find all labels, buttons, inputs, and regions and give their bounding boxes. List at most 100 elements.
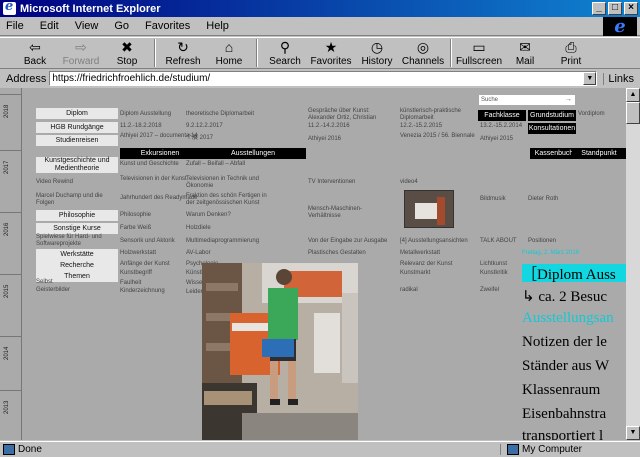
page-link[interactable]: Fraktion des schön Fertigen in der zeitg…	[186, 193, 268, 207]
stop-button[interactable]: ✖ Stop	[104, 38, 150, 67]
page-link[interactable]: 13.2.-15.2.2014	[480, 123, 562, 130]
page-link[interactable]: AV-Labor	[186, 250, 268, 257]
forward-button[interactable]: ⇨ Forward	[58, 38, 104, 67]
page-link[interactable]: Warum Denken?	[186, 212, 268, 219]
address-input[interactable]: https://friedrichfroehlich.de/studium/ ▼	[49, 71, 598, 86]
post-date: Freitag, 2. März 2018	[522, 250, 580, 256]
favorites-button[interactable]: ★ Favorites	[308, 38, 354, 67]
history-icon: ◷	[370, 39, 384, 55]
page-link[interactable]: Holzdiele	[186, 225, 268, 232]
toolbar-label: Refresh	[165, 56, 201, 67]
toolbar-label: History	[361, 56, 393, 67]
toolbar-label: Favorites	[310, 56, 352, 67]
year-divider	[0, 212, 22, 213]
page-link[interactable]: Venezia 2015 / 56. Biennale	[400, 133, 482, 140]
scroll-up-icon[interactable]: ▲	[626, 88, 640, 102]
nav-item[interactable]: Philosophie	[36, 210, 118, 221]
nav-black-item[interactable]: Standpunkt	[572, 148, 626, 159]
search-button[interactable]: ⚲ Search	[262, 38, 308, 67]
mail-icon: ✉	[519, 39, 531, 55]
page-link[interactable]: [4] Ausstellungsansichten	[400, 238, 482, 245]
fullscreen-button[interactable]: ▭ Fullscreen	[456, 38, 502, 67]
page-link[interactable]: Televisionen in Technik und Ökonomie	[186, 176, 268, 190]
back-button[interactable]: ⇦ Back	[12, 38, 58, 67]
channels-button[interactable]: ◎ Channels	[400, 38, 446, 67]
refresh-icon: ↻	[177, 39, 189, 55]
page-link[interactable]: Zufall – Beifall – Abfall	[186, 161, 268, 168]
year-label: 2013	[4, 400, 10, 414]
page-link[interactable]: Mensch-Maschinen-Verhältnisse	[308, 206, 390, 220]
page-link[interactable]: Video Rewind	[36, 179, 118, 186]
nav-item[interactable]: Werkstätte	[36, 249, 118, 260]
history-button[interactable]: ◷ History	[354, 38, 400, 67]
vertical-scrollbar[interactable]: ▲ ▼	[626, 88, 640, 440]
page-link[interactable]: theoretische Diplomarbeit	[186, 111, 268, 118]
nav-item[interactable]: HGB Rundgänge	[36, 122, 118, 133]
page-link[interactable]: künstlerisch-praktische Diplomarbeit	[400, 108, 482, 122]
page-link[interactable]: Gespräche über Kunst: Alexander Ortiz, C…	[308, 108, 390, 122]
menu-favorites[interactable]: Favorites	[145, 20, 190, 32]
page-link[interactable]: Spielwiese für Hard- und Softwareprojekt…	[36, 234, 118, 248]
page-link[interactable]: Marcel Duchamp und die Folgen	[36, 193, 118, 207]
page-link[interactable]: Vordiplom	[578, 111, 626, 118]
year-divider	[0, 336, 22, 337]
home-button[interactable]: ⌂ Home	[206, 38, 252, 67]
page-link[interactable]: Metallwerkstatt	[400, 250, 482, 257]
page-link[interactable]: 12.2.-15.2.2015	[400, 123, 482, 130]
page-link[interactable]: Plastisches Gestalten	[308, 250, 390, 257]
mail-button[interactable]: ✉ Mail	[502, 38, 548, 67]
search-submit-icon[interactable]: →	[565, 95, 572, 105]
toolbar-label: Forward	[62, 56, 100, 67]
page-link[interactable]: radikal	[400, 287, 482, 294]
page-link[interactable]: 个展 2017	[186, 135, 268, 142]
nav-item[interactable]: Diplom	[36, 108, 118, 119]
page-link[interactable]: TV Interventionen	[308, 179, 390, 186]
page-link[interactable]: Multimediaprogrammierung	[186, 238, 268, 245]
menu-go[interactable]: Go	[114, 20, 129, 32]
title-bar[interactable]: Microsoft Internet Explorer _ □ ×	[0, 0, 640, 17]
menu-view[interactable]: View	[75, 20, 99, 32]
address-dropdown-icon[interactable]: ▼	[583, 72, 597, 85]
page-link[interactable]: Geisterbilder	[36, 287, 118, 294]
page-link[interactable]: Athiyei 2016	[308, 136, 390, 143]
nav-black-item[interactable]: Ausstellungen	[200, 148, 306, 159]
menu-file[interactable]: File	[6, 20, 24, 32]
nav-item[interactable]: Kunstgeschichte und Medientheorie	[36, 157, 118, 173]
nav-item[interactable]: Sonstige Kurse	[36, 223, 118, 234]
page-link[interactable]: 11.2.-14.2.2016	[308, 123, 390, 130]
menu-help[interactable]: Help	[206, 20, 229, 32]
page-link[interactable]: Positionen	[528, 238, 610, 245]
security-zone: My Computer	[522, 444, 583, 455]
close-button[interactable]: ×	[624, 2, 638, 15]
status-text: Done	[18, 444, 42, 455]
page-link[interactable]: Kunstmarkt	[400, 270, 482, 277]
page-link[interactable]: Relevanz der Kunst	[400, 261, 482, 268]
maximize-button[interactable]: □	[608, 2, 622, 15]
page-link[interactable]: video4	[400, 179, 482, 186]
page-link[interactable]: Von der Eingabe zur Ausgabe	[308, 238, 390, 245]
scroll-thumb[interactable]	[626, 102, 640, 124]
nav-item[interactable]: Recherche	[36, 260, 118, 271]
refresh-button[interactable]: ↻ Refresh	[160, 38, 206, 67]
links-button[interactable]: Links	[603, 72, 634, 85]
nav-black-item[interactable]: Fachklasse	[478, 110, 526, 121]
toolbar-label: Stop	[116, 56, 138, 67]
print-button[interactable]: ⎙ Print	[548, 38, 594, 67]
exhibition-thumbnail[interactable]	[404, 190, 454, 228]
toolbar-separator	[256, 39, 258, 67]
nav-item[interactable]: Studienreisen	[36, 135, 118, 146]
nav-black-item[interactable]: Exkursionen	[120, 148, 200, 159]
standard-toolbar: ⇦ Back ⇨ Forward ✖ Stop ↻ Refresh ⌂ Home ⚲ Search ★ F…	[0, 37, 640, 69]
page-link[interactable]: Selbst	[36, 279, 118, 286]
minimize-button[interactable]: _	[592, 2, 606, 15]
toolbar-separator	[450, 39, 452, 67]
nav-black-item[interactable]: Kassenbuch	[530, 148, 578, 159]
search-input[interactable]: Suche →	[479, 95, 575, 105]
page-link[interactable]: Dieter Roth	[528, 196, 610, 203]
gallery-photo[interactable]	[202, 263, 358, 440]
menu-edit[interactable]: Edit	[40, 20, 59, 32]
page-link[interactable]: Athiyei 2015	[480, 136, 562, 143]
scroll-down-icon[interactable]: ▼	[626, 426, 640, 440]
page-link[interactable]: 9.2.12.2.2017	[186, 123, 268, 130]
nav-black-item[interactable]: Grundstudium	[528, 110, 576, 121]
